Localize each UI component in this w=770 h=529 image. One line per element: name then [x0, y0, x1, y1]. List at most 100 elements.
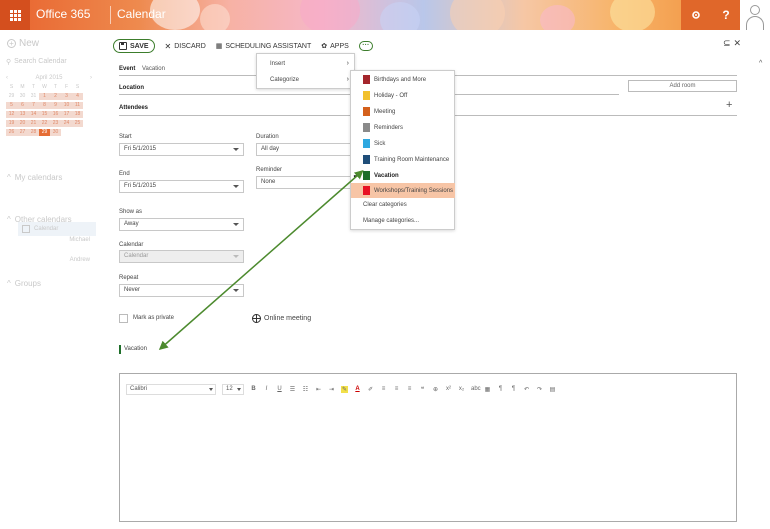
minical-day[interactable]: [72, 129, 83, 136]
mark-private-checkbox[interactable]: [119, 314, 128, 323]
minical-day[interactable]: 18: [72, 111, 83, 118]
category-item-hovered[interactable]: Workshops/Training Sessions: [351, 183, 455, 198]
indent-increase-icon[interactable]: ⇥: [328, 386, 335, 393]
minical-day[interactable]: 30: [50, 129, 61, 136]
close-icon[interactable]: ✕: [734, 38, 742, 49]
category-item-selected[interactable]: ✔ Vacation: [351, 168, 455, 183]
category-item[interactable]: Birthdays and More: [351, 72, 455, 87]
prev-month-icon[interactable]: ‹: [6, 75, 8, 81]
help-button[interactable]: ?: [711, 0, 741, 30]
minical-day[interactable]: 27: [17, 129, 28, 136]
category-item[interactable]: Meeting: [351, 104, 455, 119]
minical-day[interactable]: 29: [6, 93, 17, 100]
attendees-input[interactable]: Attendees: [119, 105, 148, 111]
font-color-icon[interactable]: A: [354, 386, 361, 392]
show-as-select[interactable]: Away: [119, 218, 244, 231]
minical-day[interactable]: 12: [6, 111, 17, 118]
globe-icon[interactable]: [252, 314, 261, 323]
calendar-checkbox[interactable]: [22, 225, 30, 233]
other-calendar-item[interactable]: Michael: [69, 237, 90, 243]
rtl-icon[interactable]: ¶: [510, 386, 517, 392]
minical-day[interactable]: [61, 129, 72, 136]
avatar[interactable]: [740, 0, 770, 30]
minical-day[interactable]: 25: [72, 120, 83, 127]
minical-day[interactable]: 8: [39, 102, 50, 109]
indent-decrease-icon[interactable]: ⇤: [315, 386, 322, 393]
numbering-icon[interactable]: ☷: [302, 386, 309, 393]
minical-day[interactable]: 17: [61, 111, 72, 118]
settings-button[interactable]: [681, 0, 711, 30]
subscript-icon[interactable]: x₂: [458, 386, 465, 392]
online-meeting-link[interactable]: Online meeting: [264, 315, 311, 322]
minical-day[interactable]: 10: [61, 102, 72, 109]
underline-icon[interactable]: U: [276, 386, 283, 392]
minical-day[interactable]: 23: [50, 120, 61, 127]
minical-month[interactable]: April 2015: [35, 75, 62, 81]
minical-day[interactable]: 16: [50, 111, 61, 118]
category-tag[interactable]: Vacation: [124, 346, 147, 352]
search-input[interactable]: ⚲ Search Calendar: [6, 55, 92, 68]
minical-day[interactable]: 1: [39, 93, 50, 100]
add-room-button[interactable]: Add room: [628, 80, 737, 92]
chevron-up-icon[interactable]: ^: [759, 60, 762, 67]
repeat-select[interactable]: Never: [119, 284, 244, 297]
table-icon[interactable]: ▦: [484, 386, 491, 393]
scrollbar[interactable]: ^: [755, 52, 770, 529]
minical-day[interactable]: 19: [6, 120, 17, 127]
add-attendee-plus-icon[interactable]: +: [726, 99, 732, 111]
my-calendars-header[interactable]: ^ My calendars: [7, 173, 62, 182]
category-item[interactable]: Holiday - Off: [351, 88, 455, 103]
minical-day[interactable]: 24: [61, 120, 72, 127]
minical-day[interactable]: 15: [39, 111, 50, 118]
menu-item-categorize[interactable]: Categorize ›: [257, 72, 356, 88]
minical-day[interactable]: 4: [72, 93, 83, 100]
menu-item-insert[interactable]: Insert ›: [257, 56, 356, 72]
emoji-icon[interactable]: ▤: [549, 386, 556, 393]
minical-day[interactable]: 30: [17, 93, 28, 100]
highlight-icon[interactable]: ✎: [341, 385, 348, 393]
category-item[interactable]: Sick: [351, 136, 455, 151]
app-title[interactable]: Calendar: [117, 7, 166, 21]
minical-day[interactable]: 21: [28, 120, 39, 127]
minical-day[interactable]: 5: [6, 102, 17, 109]
category-item[interactable]: Reminders: [351, 120, 455, 135]
minical-day[interactable]: 7: [28, 102, 39, 109]
discard-button[interactable]: ✕ DISCARD: [165, 42, 206, 51]
bold-icon[interactable]: B: [250, 386, 257, 392]
minical-day[interactable]: 11: [72, 102, 83, 109]
minical-day[interactable]: 29: [39, 129, 50, 136]
align-left-icon[interactable]: ≡: [380, 386, 387, 392]
align-right-icon[interactable]: ≡: [406, 386, 413, 392]
minical-day[interactable]: 9: [50, 102, 61, 109]
end-date-select[interactable]: Fri 5/1/2015: [119, 180, 244, 193]
next-month-icon[interactable]: ›: [90, 75, 92, 81]
save-button[interactable]: SAVE: [113, 39, 155, 53]
italic-icon[interactable]: I: [263, 386, 270, 392]
font-family-select[interactable]: Calibri: [126, 383, 216, 395]
apps-button[interactable]: ✿ APPS: [321, 42, 349, 51]
new-event-button[interactable]: + New: [7, 38, 39, 49]
scheduling-assistant-button[interactable]: ▦ SCHEDULING ASSISTANT: [216, 42, 311, 51]
clear-categories-item[interactable]: Clear categories: [363, 202, 407, 208]
more-options-button[interactable]: ···: [358, 41, 373, 51]
minical-day[interactable]: 6: [17, 102, 28, 109]
redo-icon[interactable]: ↷: [536, 386, 543, 393]
bullets-icon[interactable]: ☰: [289, 386, 296, 393]
popout-icon[interactable]: ⊆: [723, 38, 731, 49]
location-input[interactable]: Location: [119, 85, 144, 91]
minical-day[interactable]: 28: [28, 129, 39, 136]
other-calendar-item[interactable]: Andrew: [70, 257, 90, 263]
strikethrough-icon[interactable]: abc: [471, 386, 481, 392]
minical-day[interactable]: 31: [28, 93, 39, 100]
minical-day[interactable]: 26: [6, 129, 17, 136]
align-center-icon[interactable]: ≡: [393, 386, 400, 392]
ltr-icon[interactable]: ¶: [497, 386, 504, 392]
minical-day[interactable]: 22: [39, 120, 50, 127]
paint-format-icon[interactable]: ✐: [367, 386, 374, 393]
category-item[interactable]: Training Room Maintenance: [351, 152, 455, 167]
reminder-select[interactable]: None: [256, 176, 351, 189]
font-size-select[interactable]: 12: [222, 383, 244, 395]
minical-day[interactable]: 20: [17, 120, 28, 127]
superscript-icon[interactable]: x²: [445, 386, 452, 392]
calendar-list-item[interactable]: Calendar: [18, 222, 96, 236]
